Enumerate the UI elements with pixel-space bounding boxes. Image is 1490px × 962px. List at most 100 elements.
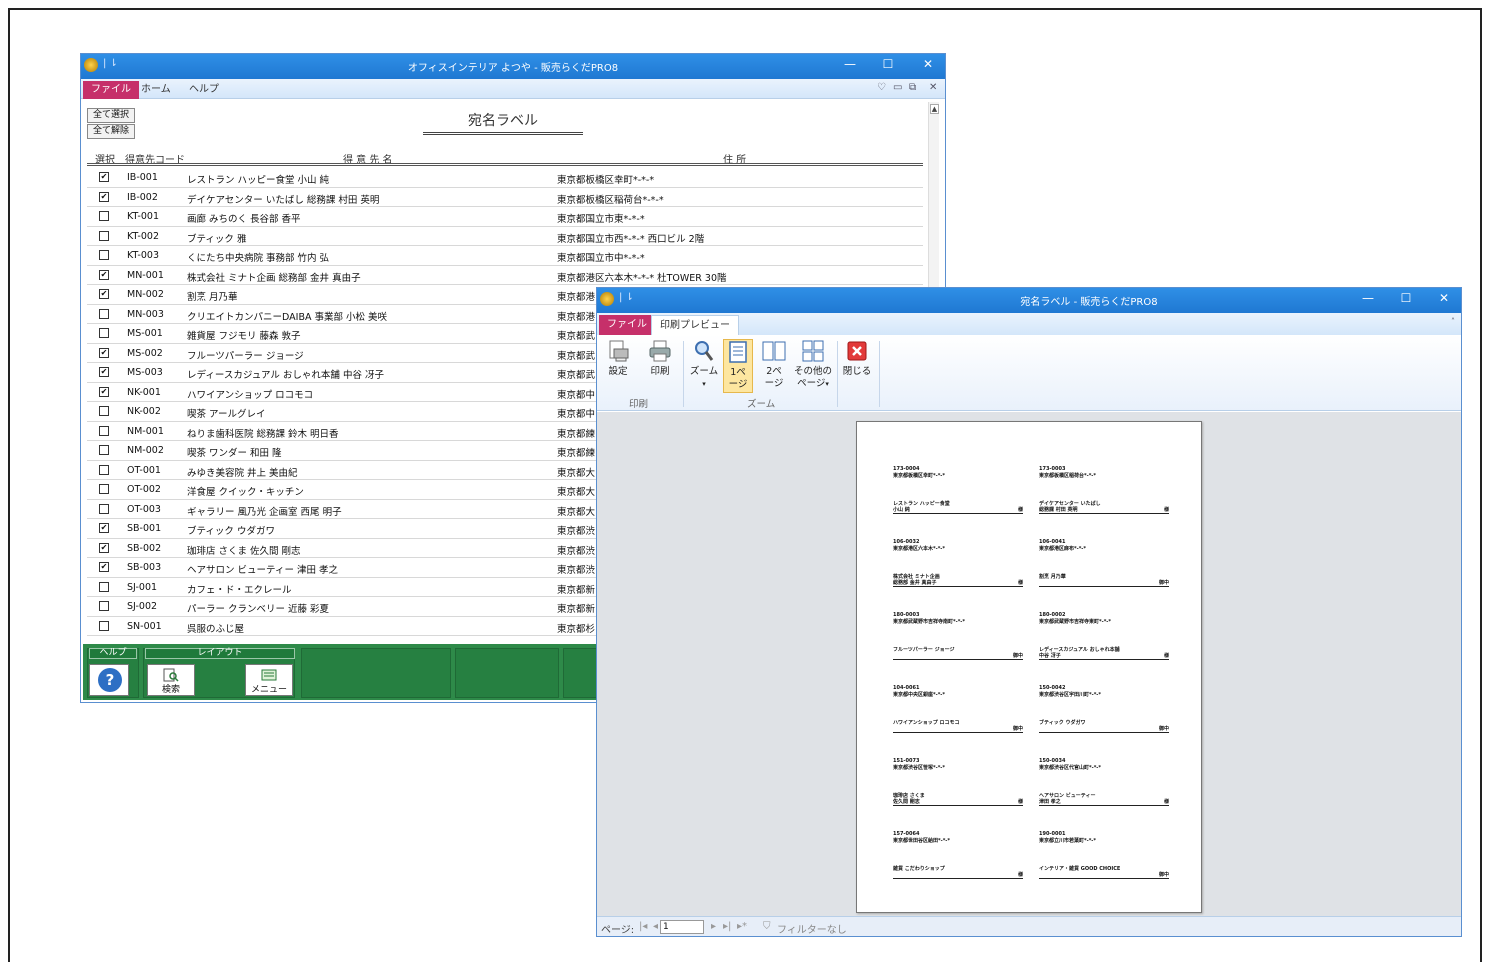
row-checkbox[interactable]: ✔ (99, 191, 109, 202)
last-page-icon[interactable]: ▸| (723, 921, 731, 932)
print-button[interactable]: 印刷 (645, 339, 675, 393)
row-checkbox[interactable]: ✔ (99, 347, 109, 358)
minimize-icon[interactable]: — (1357, 291, 1379, 305)
row-code: OT-001 (127, 464, 161, 476)
close-icon[interactable]: ✕ (917, 57, 939, 71)
row-checkbox[interactable]: ✔ (99, 172, 109, 182)
tab-print-preview[interactable]: 印刷プレビュー (651, 315, 739, 335)
select-all-button[interactable]: 全て選択 (87, 108, 135, 123)
close-icon[interactable]: ✕ (1433, 291, 1455, 305)
tab-file[interactable]: ファイル (83, 81, 139, 99)
preview-area[interactable]: 173-0004 東京都板橋区幸町*-*-* レストラン ハッピー食堂 小山 純様 17… (597, 412, 1461, 916)
row-name: 珈琲店 さくま 佐久間 剛志 (187, 545, 301, 557)
table-row[interactable]: ✔ MN-001 株式会社 ミナト企画 総務部 金井 真由子 東京都港区六本木*-*-… (87, 266, 923, 285)
row-address: 東京都渋 (557, 526, 596, 537)
label-name2: 中谷 冴子 (1039, 653, 1061, 659)
row-name: 画廊 みちのく 長谷部 香平 (187, 214, 301, 225)
main-titlebar[interactable]: | ⇂ オフィスインテリア よつや - 販売らくだPRO8 — ☐ ✕ (81, 54, 945, 79)
preview-window-title: 宛名ラベル - 販売らくだPRO8 (1020, 297, 1158, 308)
preview-titlebar[interactable]: | ⇂ 宛名ラベル - 販売らくだPRO8 — ☐ ✕ (597, 288, 1461, 313)
deselect-all-button[interactable]: 全て解除 (87, 124, 135, 139)
row-checkbox[interactable] (99, 484, 109, 494)
row-checkbox[interactable] (99, 250, 109, 260)
printer-icon (649, 340, 671, 362)
row-checkbox[interactable]: ✔ (99, 289, 109, 299)
other-pages-button[interactable]: その他の ページ▾ (793, 339, 833, 393)
table-row[interactable]: KT-003 くにたち中央病院 事務部 竹内 弘 東京都国立市中*-*-* (87, 246, 923, 266)
help-button[interactable]: ? (89, 664, 129, 696)
maximize-icon[interactable]: ☐ (877, 57, 899, 71)
ribbon-collapse-icon[interactable]: ♡ (877, 82, 886, 93)
row-checkbox[interactable] (99, 581, 109, 592)
two-page-button[interactable]: 2ペ ージ (759, 339, 789, 393)
scroll-up-icon[interactable]: ▲ (930, 104, 939, 114)
row-name: くにたち中央病院 事務部 竹内 弘 (187, 253, 330, 264)
row-code: MS-001 (127, 328, 163, 339)
label-underline (893, 805, 1023, 806)
row-checkbox[interactable] (99, 230, 109, 241)
zoom-button[interactable]: ズーム ▾ (687, 339, 721, 393)
app-icon[interactable] (600, 292, 614, 306)
filter-status[interactable]: フィルターなし (777, 921, 847, 936)
table-row[interactable]: ✔ IB-002 デイケアセンター いたばし 総務課 村田 英明 東京都板橋区稲荷台*… (87, 188, 923, 207)
row-checkbox[interactable] (99, 425, 109, 436)
minimize-icon[interactable]: — (839, 57, 861, 71)
row-checkbox[interactable] (99, 601, 109, 611)
row-checkbox[interactable]: ✔ (99, 367, 109, 377)
new-record-icon[interactable]: ▸* (737, 921, 747, 932)
row-checkbox[interactable]: ✔ (99, 269, 109, 280)
one-page-label-1: 1ペ (730, 367, 746, 378)
inner-close-icon[interactable]: ✕ (929, 82, 937, 93)
inner-minimize-icon[interactable]: ▭ (893, 82, 902, 93)
preview-ribbon-tabs: ファイル 印刷プレビュー ˄ (597, 313, 1461, 335)
row-checkbox[interactable] (99, 308, 109, 319)
row-checkbox[interactable]: ✔ (99, 386, 109, 397)
maximize-icon[interactable]: ☐ (1395, 291, 1417, 305)
one-page-button[interactable]: 1ペ ージ (723, 339, 753, 393)
label-underline (1039, 659, 1169, 660)
address-label: 180-0002 東京都武蔵野市吉祥寺東町*-*-* レディースカジュアル おしゃれ… (1039, 612, 1169, 672)
label-name2: 総務部 金井 真由子 (893, 580, 937, 586)
row-name: ねりま歯科医院 総務課 鈴木 明日香 (187, 428, 339, 440)
tab-home[interactable]: ホーム (133, 81, 179, 99)
row-checkbox[interactable] (99, 503, 109, 514)
row-checkbox[interactable] (99, 464, 109, 475)
row-checkbox[interactable]: ✔ (99, 562, 109, 572)
row-checkbox[interactable] (99, 211, 109, 221)
inner-restore-icon[interactable]: ⧉ (909, 82, 916, 93)
row-checkbox[interactable] (99, 445, 109, 455)
tab-file[interactable]: ファイル (599, 315, 655, 335)
label-underline (1039, 732, 1169, 733)
preview-ribbon: 設定 印刷 ズーム▾ 1ページ 2ページ その他のページ▾ 閉じる 印刷 (597, 335, 1461, 411)
label-underline (893, 513, 1023, 514)
table-row[interactable]: KT-002 ブティック 雅 東京都国立市西*-*-* 西口ビル 2階 (87, 227, 923, 246)
row-code: SB-003 (127, 562, 162, 573)
row-checkbox[interactable] (99, 328, 109, 338)
label-honorific: 御中 (1012, 726, 1023, 732)
row-checkbox[interactable]: ✔ (99, 523, 109, 533)
first-page-icon[interactable]: |◂ (639, 921, 647, 932)
table-row[interactable]: ✔ IB-001 レストラン ハッピー食堂 小山 純 東京都板橋区幸町*-*-* (87, 168, 923, 188)
ribbon-minimize-icon[interactable]: ˄ (1451, 317, 1455, 326)
filter-icon[interactable]: ⛉ (763, 921, 771, 932)
row-code: SJ-002 (127, 601, 158, 612)
setup-button[interactable]: 設定 (603, 339, 633, 393)
search-label: 検索 (161, 685, 180, 695)
row-name: 株式会社 ミナト企画 総務部 金井 真由子 (187, 272, 361, 284)
menu-button[interactable]: メニュー (245, 664, 293, 696)
next-page-icon[interactable]: ▸ (711, 921, 716, 932)
row-checkbox[interactable] (99, 620, 109, 631)
quick-access-icon[interactable]: | ⇂ (619, 292, 634, 303)
row-name: ブティック 雅 (187, 233, 247, 245)
row-checkbox[interactable]: ✔ (99, 542, 109, 553)
row-checkbox[interactable] (99, 406, 109, 416)
page-number-input[interactable]: 1 (660, 920, 704, 934)
search-button[interactable]: 検索 (147, 664, 195, 696)
close-preview-button[interactable]: 閉じる (841, 339, 873, 393)
row-code: NM-001 (127, 425, 164, 437)
ribbon-tabs: ファイル ホーム ヘルプ ♡ ▭ ⧉ ✕ (81, 79, 945, 99)
prev-page-icon[interactable]: ◂ (653, 921, 658, 932)
table-row[interactable]: KT-001 画廊 みちのく 長谷部 香平 東京都国立市東*-*-* (87, 207, 923, 227)
tab-help[interactable]: ヘルプ (181, 81, 227, 99)
label-honorific: 様 (1163, 799, 1169, 805)
